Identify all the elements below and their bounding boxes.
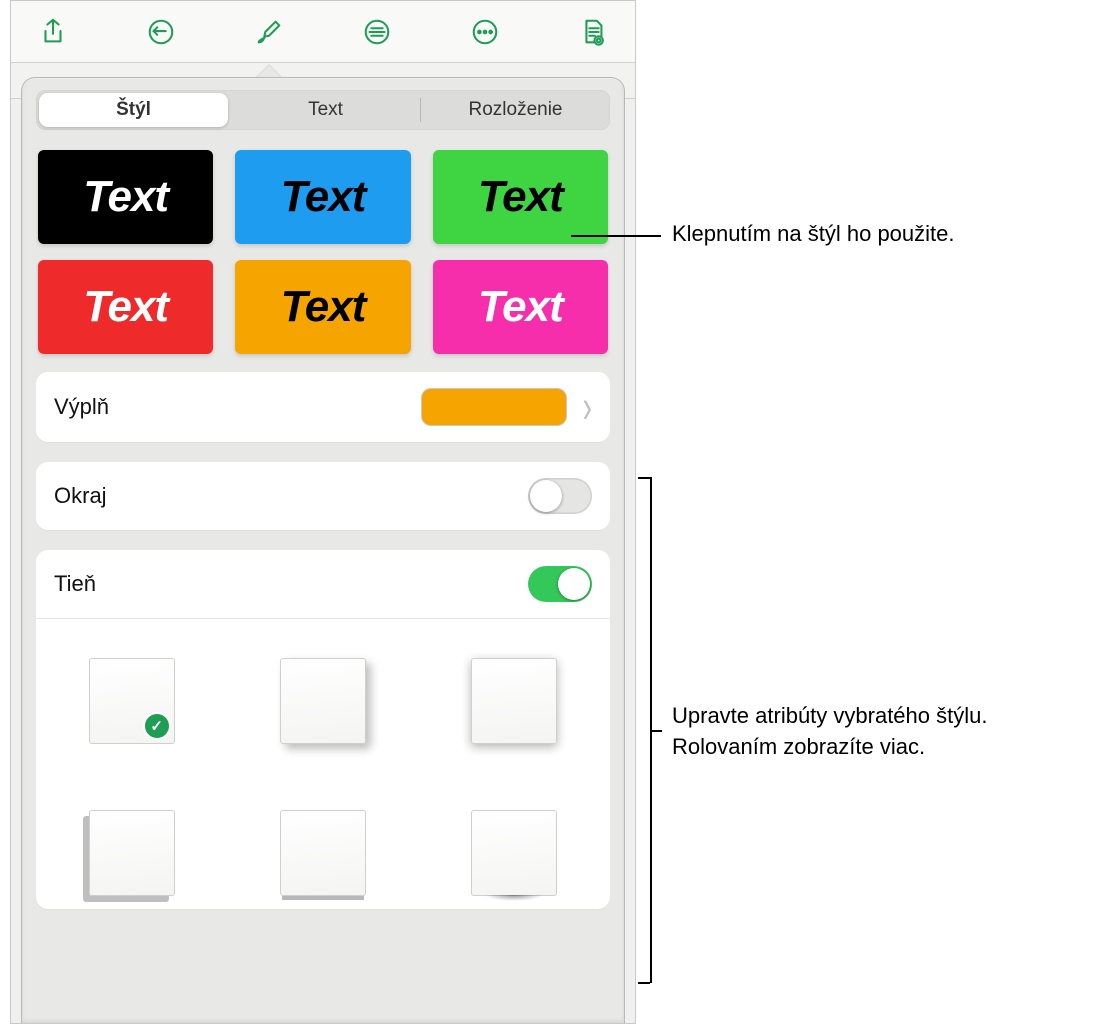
- style-preset-1[interactable]: Text: [38, 150, 213, 244]
- app-frame: Štýl Text Rozloženie Text Text Text Text…: [10, 0, 636, 1024]
- check-icon: ✓: [143, 712, 171, 740]
- chevron-right-icon: ›: [583, 380, 592, 434]
- callout-edit-attributes: Upravte atribúty vybratého štýlu. Rolova…: [672, 701, 1082, 763]
- style-preset-4[interactable]: Text: [38, 260, 213, 354]
- fill-card: Výplň ›: [36, 372, 610, 442]
- shadow-label: Tieň: [54, 571, 96, 597]
- shadow-option-offset[interactable]: [66, 797, 197, 909]
- popover-arrow-icon: [255, 64, 283, 78]
- tab-layout[interactable]: Rozloženie: [421, 90, 610, 130]
- fill-label: Výplň: [54, 394, 109, 420]
- style-presets: Text Text Text Text Text Text: [36, 146, 610, 372]
- tab-text[interactable]: Text: [231, 90, 420, 130]
- shadow-toggle[interactable]: [528, 566, 592, 602]
- shadow-option-flat[interactable]: [257, 797, 388, 909]
- fill-color-swatch[interactable]: [421, 388, 567, 426]
- tab-style[interactable]: Štýl: [39, 93, 228, 127]
- shadow-option-drop[interactable]: [257, 645, 388, 757]
- format-tabs: Štýl Text Rozloženie: [36, 90, 610, 130]
- style-preset-6[interactable]: Text: [433, 260, 608, 354]
- shadow-option-curved[interactable]: [449, 797, 580, 909]
- style-preset-3[interactable]: Text: [433, 150, 608, 244]
- border-toggle[interactable]: [528, 478, 592, 514]
- fill-row[interactable]: Výplň ›: [36, 372, 610, 442]
- callout-tap-style: Klepnutím na štýl ho použite.: [672, 219, 955, 250]
- more-icon[interactable]: [469, 16, 501, 48]
- app-toolbar: [11, 1, 635, 63]
- style-scroll[interactable]: Text Text Text Text Text Text Výplň ›: [36, 146, 610, 1023]
- style-preset-5[interactable]: Text: [235, 260, 410, 354]
- shadow-options: ✓: [36, 619, 610, 909]
- callout-line: [571, 235, 661, 237]
- undo-icon[interactable]: [145, 16, 177, 48]
- border-card: Okraj: [36, 462, 610, 530]
- align-icon[interactable]: [361, 16, 393, 48]
- share-icon[interactable]: [37, 16, 69, 48]
- border-label: Okraj: [54, 483, 107, 509]
- format-panel: Štýl Text Rozloženie Text Text Text Text…: [21, 77, 625, 1023]
- style-preset-2[interactable]: Text: [235, 150, 410, 244]
- shadow-card: Tieň ✓: [36, 550, 610, 909]
- format-brush-icon[interactable]: [253, 16, 285, 48]
- shadow-option-contact[interactable]: [449, 645, 580, 757]
- shadow-option-none[interactable]: ✓: [66, 645, 197, 757]
- document-view-icon[interactable]: [577, 16, 609, 48]
